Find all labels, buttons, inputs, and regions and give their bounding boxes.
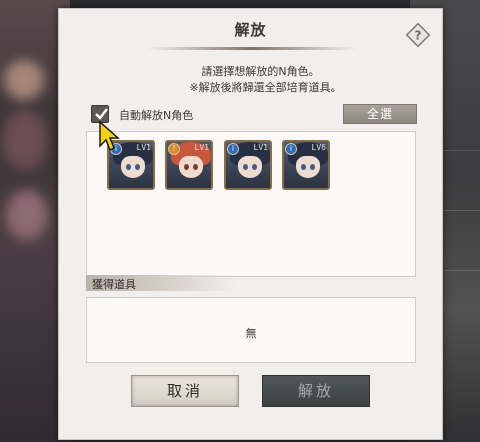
- svg-text:?: ?: [415, 29, 422, 43]
- title-underline: [147, 47, 357, 50]
- instruction-note: ※解放後將歸還全部培育道具。: [189, 81, 342, 94]
- character-level: LV6: [311, 143, 326, 152]
- character-level: LV1: [136, 143, 151, 152]
- blurred-avatar: [2, 110, 48, 170]
- blurred-avatar: [6, 190, 48, 240]
- auto-release-row: 自動解放N角色 全選: [87, 103, 422, 127]
- cancel-button[interactable]: 取消: [131, 375, 239, 407]
- character-face: [179, 156, 203, 178]
- character-eye: [301, 164, 306, 170]
- auto-release-label: 自動解放N角色: [119, 109, 194, 122]
- character-face: [121, 156, 145, 178]
- release-dialog: 解放 ? 請選擇想解放的N角色。 ※解放後將歸還全部培育道具。 自動解放N角色 …: [58, 8, 443, 440]
- dialog-title: 解放: [234, 21, 267, 39]
- character-face: [238, 156, 262, 178]
- help-icon: ?: [405, 22, 431, 48]
- character-level: LV1: [253, 143, 268, 152]
- obtained-items-panel: 無: [86, 297, 416, 363]
- character-eye: [243, 164, 248, 170]
- character-eye: [193, 164, 198, 170]
- character-selection-panel: i LV1 ! LV1 i LV1 i LV6: [86, 131, 416, 277]
- attribute-badge-icon: i: [285, 143, 297, 155]
- character-eye: [135, 164, 140, 170]
- obtained-items-header: 獲得道具: [86, 275, 236, 291]
- obtained-items-label: 獲得道具: [92, 278, 136, 291]
- character-card[interactable]: i LV6: [282, 140, 330, 190]
- character-eye: [310, 164, 315, 170]
- character-eye: [126, 164, 131, 170]
- select-all-button[interactable]: 全選: [343, 104, 417, 124]
- attribute-badge-icon: i: [110, 143, 122, 155]
- character-eye: [184, 164, 189, 170]
- help-button[interactable]: ?: [404, 21, 432, 49]
- attribute-badge-icon: i: [227, 143, 239, 155]
- character-level: LV1: [194, 143, 209, 152]
- character-card[interactable]: i LV1: [224, 140, 272, 190]
- release-button[interactable]: 解放: [262, 375, 370, 407]
- blurred-avatar: [4, 60, 44, 100]
- character-card[interactable]: i LV1: [107, 140, 155, 190]
- attribute-badge-icon: !: [168, 143, 180, 155]
- character-card[interactable]: ! LV1: [165, 140, 213, 190]
- instruction-text: 請選擇想解放的N角色。: [201, 65, 320, 78]
- character-eye: [252, 164, 257, 170]
- auto-release-checkbox[interactable]: [91, 105, 109, 123]
- checkmark-icon: [95, 108, 108, 120]
- character-face: [296, 156, 320, 178]
- no-items-text: 無: [245, 327, 257, 340]
